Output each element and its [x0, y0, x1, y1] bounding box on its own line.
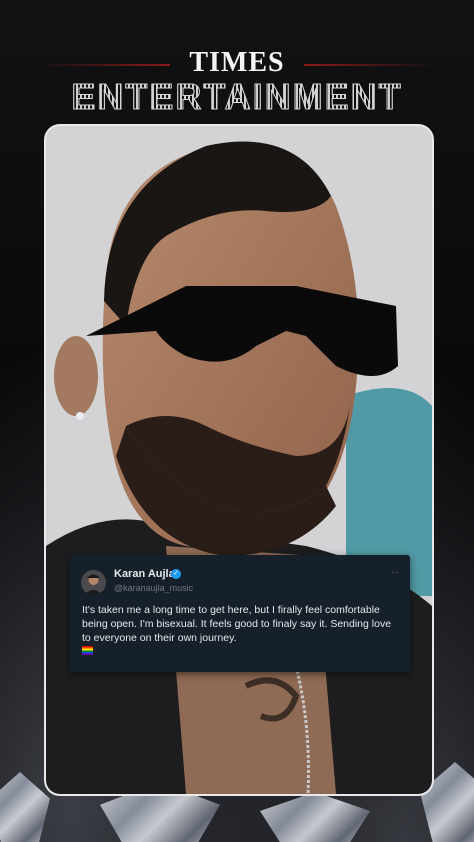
brand-times: TIMES: [189, 47, 285, 78]
tweet-card[interactable]: Karan Aujla ✓ @karanaujla_music ·· It's …: [70, 555, 410, 672]
tweet-author-name[interactable]: Karan Aujla: [114, 568, 175, 580]
pride-flag-icon: [82, 646, 93, 655]
avatar-image: [81, 570, 106, 595]
verified-badge-icon: ✓: [171, 569, 181, 579]
brand-logo: TIMES ENTERTAINMENT: [0, 47, 474, 117]
brand-entertainment: ENTERTAINMENT: [0, 77, 474, 116]
portrait-image: [46, 126, 432, 794]
photo-card: [44, 124, 434, 796]
more-options-icon[interactable]: ··: [391, 567, 400, 578]
tweet-author-handle[interactable]: @karanaujla_music: [114, 583, 193, 593]
avatar[interactable]: [81, 570, 106, 595]
tweet-text: It's taken me a long time to get here, b…: [82, 604, 392, 644]
